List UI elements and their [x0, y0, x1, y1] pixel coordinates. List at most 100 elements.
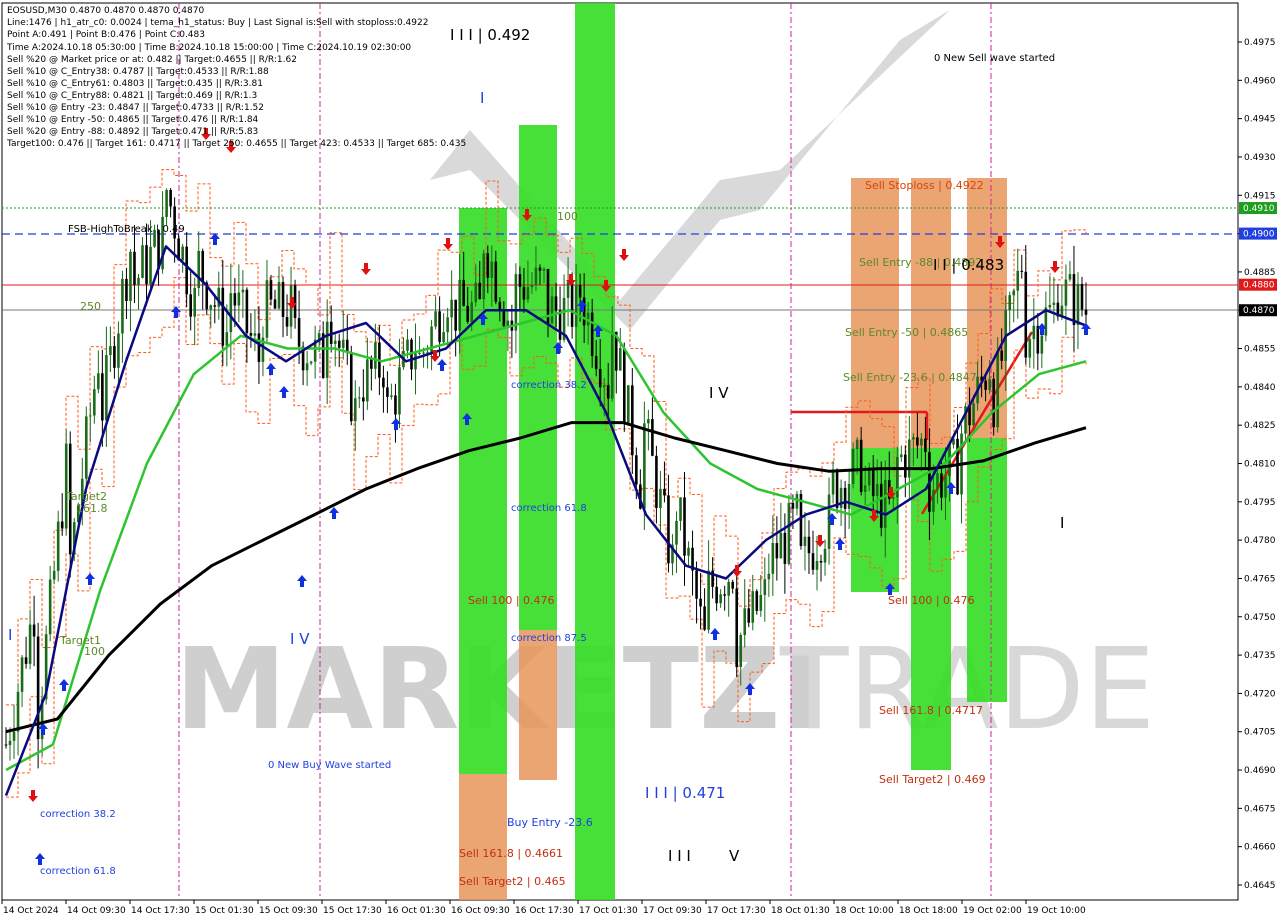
candle-body: [827, 494, 831, 549]
time-tick-label: 17 Oct 09:30: [643, 906, 702, 916]
time-tick-label: 16 Oct 01:30: [387, 906, 446, 916]
candle-body: [506, 320, 510, 327]
candle-body: [12, 731, 16, 741]
candle-body: [566, 281, 570, 298]
candle-body: [141, 245, 144, 278]
candle-body: [52, 570, 56, 580]
candle-body: [663, 488, 666, 496]
candle-body: [944, 476, 947, 498]
candle-body: [353, 398, 357, 422]
candle-body: [578, 285, 582, 298]
candle-body: [257, 333, 261, 362]
candle-body: [635, 455, 638, 485]
candle-body: [474, 282, 478, 303]
candle-body: [831, 471, 835, 495]
candle-body: [787, 502, 791, 564]
candle-body: [594, 356, 598, 370]
candle-body: [518, 274, 522, 287]
candle-body: [972, 403, 975, 426]
candle-body: [181, 246, 184, 261]
candle-body: [707, 570, 710, 630]
candle-body: [719, 594, 722, 604]
candle-body: [1028, 339, 1032, 358]
candle-body: [651, 419, 654, 456]
candle-body: [297, 318, 301, 347]
candle-body: [358, 397, 361, 399]
wave-iii-small: I I I: [668, 847, 691, 865]
candle-body: [1024, 271, 1028, 358]
info-line-9: Sell %10 @ Entry -50: 0.4865 || Target:0…: [7, 115, 259, 125]
candle-body: [137, 277, 140, 286]
candle-body: [843, 487, 847, 509]
candle-body: [221, 287, 225, 346]
price-tick-label: 0.4690: [1244, 766, 1276, 776]
candle-body: [823, 548, 827, 563]
candle-body: [281, 282, 285, 318]
candle-body: [916, 437, 919, 446]
candle-body: [478, 282, 482, 300]
candle-body: [490, 261, 494, 278]
candle-body: [56, 521, 60, 571]
candle-body: [64, 443, 68, 529]
candle-body: [667, 495, 670, 564]
candle-body: [598, 369, 602, 388]
price-tick-label: 0.4660: [1244, 843, 1276, 853]
label-100-left: 100: [84, 645, 105, 658]
price-chart[interactable]: MARKETZI TRADE EOSUSD,M30: [0, 0, 1280, 920]
wave-iv-left: I V: [290, 630, 310, 648]
candle-body: [265, 280, 269, 338]
candle-body: [570, 281, 574, 327]
candle-body: [530, 284, 534, 288]
wave-i-top: I: [480, 89, 484, 107]
candle-body: [8, 740, 12, 746]
candle-body: [113, 346, 116, 368]
candle-body: [534, 267, 538, 285]
candle-body: [699, 598, 702, 607]
sell-entry-23: Sell Entry -23.6 | 0.4847: [843, 371, 977, 384]
candle-body: [4, 744, 8, 746]
candle-body: [759, 594, 763, 611]
new-buy-wave: 0 New Buy Wave started: [268, 760, 391, 771]
time-tick-label: 18 Oct 01:30: [771, 906, 830, 916]
candle-body: [735, 588, 739, 667]
candle-body: [269, 280, 273, 300]
price-tick-label: 0.4975: [1244, 38, 1276, 48]
price-tick-label: 0.4735: [1244, 651, 1276, 661]
price-badge-label: 0.4910: [1243, 204, 1275, 214]
candle-body: [606, 385, 610, 399]
candle-body: [434, 311, 437, 327]
candle-body: [618, 348, 622, 371]
candle-body: [16, 691, 20, 732]
candle-body: [687, 547, 690, 556]
candle-body: [193, 287, 196, 317]
info-line-4: Sell %20 @ Market price or at: 0.482 || …: [7, 55, 297, 65]
candle-body: [835, 471, 839, 508]
price-tick-label: 0.4780: [1244, 536, 1276, 546]
info-line-5: Sell %10 @ C_Entry38: 0.4787 || Target:0…: [7, 67, 269, 77]
candle-body: [502, 311, 506, 327]
candle-body: [386, 387, 389, 397]
candle-body: [679, 497, 682, 521]
info-line-10: Sell %20 @ Entry -88: 0.4892 || Target:0…: [7, 127, 258, 137]
candle-body: [590, 312, 594, 357]
info-line-3: Time A:2024.10.18 05:30:00 | Time B:2024…: [6, 43, 411, 53]
price-badge-label: 0.4870: [1243, 306, 1275, 316]
candle-body: [602, 385, 606, 388]
candle-body: [807, 536, 811, 554]
candle-body: [803, 536, 807, 546]
price-tick-label: 0.4765: [1244, 574, 1276, 584]
wave-ii: I I | 0.483: [933, 256, 1004, 274]
candle-body: [117, 333, 120, 368]
correction-87: correction 87.5: [511, 633, 587, 644]
price-tick-label: 0.4750: [1244, 613, 1276, 623]
candle-body: [418, 352, 421, 354]
time-tick-label: 14 Oct 09:30: [67, 906, 126, 916]
candle-body: [783, 532, 787, 564]
price-tick-label: 0.4720: [1244, 689, 1276, 699]
candle-body: [213, 305, 217, 307]
candle-body: [229, 293, 233, 333]
candle-body: [1084, 309, 1088, 315]
price-tick-label: 0.4840: [1244, 383, 1276, 393]
candle-body: [924, 438, 927, 453]
candle-body: [1048, 304, 1052, 308]
